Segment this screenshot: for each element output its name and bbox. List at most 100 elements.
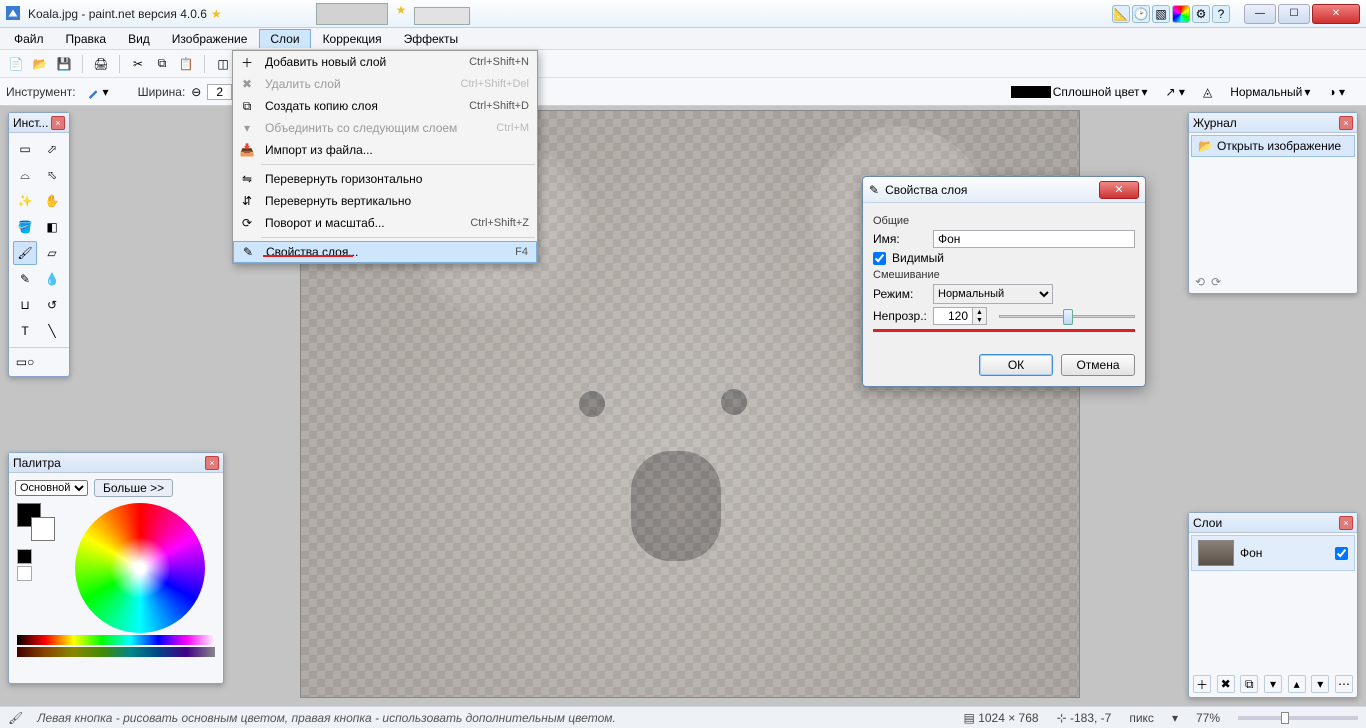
help-icon[interactable]: ? bbox=[1212, 5, 1230, 23]
menu-effects[interactable]: Эффекты bbox=[394, 30, 469, 48]
tool-recolor[interactable]: ↺ bbox=[40, 293, 64, 317]
cut-icon[interactable]: ✂ bbox=[128, 54, 148, 74]
move-down-icon[interactable]: ▾ bbox=[1311, 675, 1329, 693]
tool-color-picker[interactable]: 💧 bbox=[40, 267, 64, 291]
color-wheel[interactable] bbox=[75, 503, 205, 633]
menu-view[interactable]: Вид bbox=[118, 30, 160, 48]
menu-item-layer-properties[interactable]: ✎Свойства слоя...F4 bbox=[233, 241, 537, 263]
delete-layer-icon[interactable]: ✖ bbox=[1217, 675, 1235, 693]
dialog-close-button[interactable]: ✕ bbox=[1099, 181, 1139, 199]
menu-item-duplicate-layer[interactable]: ⧉Создать копию слояCtrl+Shift+D bbox=[233, 95, 537, 117]
cancel-button[interactable]: Отмена bbox=[1061, 354, 1135, 376]
move-up-icon[interactable]: ▴ bbox=[1288, 675, 1306, 693]
tool-move-pixels[interactable]: ⬁ bbox=[40, 163, 64, 187]
layer-properties-dialog[interactable]: ✎ Свойства слоя ✕ Общие Имя: Видимый Сме… bbox=[862, 176, 1146, 387]
layer-name-input[interactable] bbox=[933, 230, 1135, 248]
merge-down-icon[interactable]: ▾ bbox=[1264, 675, 1282, 693]
opacity-slider[interactable] bbox=[999, 307, 1135, 325]
more-button[interactable]: Больше >> bbox=[94, 479, 173, 497]
menu-file[interactable]: Файл bbox=[4, 30, 54, 48]
tool-text[interactable]: T bbox=[13, 319, 37, 343]
visible-checkbox[interactable] bbox=[873, 252, 886, 265]
layer-properties-icon[interactable]: ⋯ bbox=[1335, 675, 1353, 693]
tool-pencil[interactable]: ✎ bbox=[13, 267, 37, 291]
color-mode-select[interactable]: Основной bbox=[15, 480, 88, 496]
tool-fill[interactable]: 🪣 bbox=[13, 215, 37, 239]
menu-item-import[interactable]: 📥Импорт из файла... bbox=[233, 139, 537, 161]
antialias-icon[interactable]: ◬ bbox=[1198, 83, 1217, 101]
history-redo-icon[interactable]: ⟳ bbox=[1211, 275, 1221, 289]
color-ramp-bright[interactable] bbox=[17, 635, 215, 645]
dialog-titlebar[interactable]: ✎ Свойства слоя ✕ bbox=[863, 177, 1145, 203]
copy-icon[interactable]: ⧉ bbox=[152, 54, 172, 74]
doc-thumb-2[interactable] bbox=[414, 7, 470, 25]
tool-eraser[interactable]: ▱ bbox=[40, 241, 64, 265]
add-layer-icon[interactable]: ＋ bbox=[1193, 675, 1211, 693]
width-decrement[interactable]: ⊖ bbox=[191, 85, 201, 99]
tool-lasso[interactable]: ⌓ bbox=[13, 163, 37, 187]
close-icon[interactable]: × bbox=[1339, 116, 1353, 130]
menu-item-flip-v[interactable]: ⇵Перевернуть вертикально bbox=[233, 190, 537, 212]
doc-thumb-1[interactable] bbox=[316, 3, 388, 25]
opacity-spinner[interactable]: ▲▼ bbox=[973, 307, 987, 325]
tool-paintbrush[interactable]: 🖌 bbox=[13, 241, 37, 265]
menu-image[interactable]: Изображение bbox=[162, 30, 258, 48]
close-icon[interactable]: × bbox=[205, 456, 219, 470]
ok-button[interactable]: ОК bbox=[979, 354, 1053, 376]
duplicate-layer-icon[interactable]: ⧉ bbox=[1240, 675, 1258, 693]
wheel-icon[interactable] bbox=[1172, 5, 1190, 23]
colors-panel[interactable]: Палитра× Основной Больше >> bbox=[8, 452, 224, 684]
menu-adjustments[interactable]: Коррекция bbox=[313, 30, 392, 48]
zoom-level[interactable]: 77% bbox=[1196, 711, 1220, 725]
tool-line[interactable]: ╲ bbox=[40, 319, 64, 343]
menu-item-rotate-zoom[interactable]: ⟳Поворот и масштаб...Ctrl+Shift+Z bbox=[233, 212, 537, 234]
tools-panel[interactable]: Инст...× ▭ ⬀ ⌓ ⬁ ✨ ✋ 🪣 ◧ 🖌 ▱ ✎ 💧 ⊔ ↺ T ╲… bbox=[8, 112, 70, 377]
fill-style-dropdown[interactable]: Сплошной цвет ▾ bbox=[1006, 83, 1153, 101]
layers-panel[interactable]: Слои× Фон ＋ ✖ ⧉ ▾ ▴ ▾ ⋯ bbox=[1188, 512, 1358, 698]
tool-shapes[interactable]: ▭○ bbox=[13, 350, 37, 374]
history-item[interactable]: 📂 Открыть изображение bbox=[1191, 135, 1355, 157]
menu-item-add-layer[interactable]: ＋Добавить новый слойCtrl+Shift+N bbox=[233, 51, 537, 73]
clock-icon[interactable]: 🕑 bbox=[1132, 5, 1150, 23]
minimize-button[interactable]: — bbox=[1244, 4, 1276, 24]
color-swatches[interactable] bbox=[17, 503, 61, 543]
swap-colors-icon[interactable] bbox=[17, 549, 32, 564]
tool-magic-wand[interactable]: ✨ bbox=[13, 189, 37, 213]
overwrite-icon[interactable]: ◑ ▾ bbox=[1323, 83, 1350, 101]
tool-rect-select[interactable]: ▭ bbox=[13, 137, 37, 161]
layer-visible-checkbox[interactable] bbox=[1335, 547, 1348, 560]
color-ramp-dark[interactable] bbox=[17, 647, 215, 657]
tool-pan[interactable]: ✋ bbox=[40, 189, 64, 213]
history-panel[interactable]: Журнал× 📂 Открыть изображение ⟲⟳ bbox=[1188, 112, 1358, 294]
open-file-icon[interactable]: 📂 bbox=[30, 54, 50, 74]
close-icon[interactable]: × bbox=[51, 116, 65, 130]
save-icon[interactable]: 💾 bbox=[54, 54, 74, 74]
print-icon[interactable]: 🖨 bbox=[91, 54, 111, 74]
units-label[interactable]: пикс bbox=[1129, 711, 1154, 725]
close-icon[interactable]: × bbox=[1339, 516, 1353, 530]
line-style-dropdown[interactable]: ↗ ▾ bbox=[1161, 83, 1190, 101]
reset-colors-icon[interactable] bbox=[17, 566, 32, 581]
layer-row[interactable]: Фон bbox=[1191, 535, 1355, 571]
tool-clone-stamp[interactable]: ⊔ bbox=[13, 293, 37, 317]
instrument-dropdown[interactable]: ▾ bbox=[82, 83, 114, 101]
new-file-icon[interactable]: 📄 bbox=[6, 54, 26, 74]
paste-icon[interactable]: 📋 bbox=[176, 54, 196, 74]
ruler-icon[interactable]: 📐 bbox=[1112, 5, 1130, 23]
tool-move-selection[interactable]: ⬀ bbox=[40, 137, 64, 161]
layers-util-icon[interactable]: ▧ bbox=[1152, 5, 1170, 23]
blend-mode-select[interactable]: Нормальный bbox=[933, 284, 1053, 304]
tool-gradient[interactable]: ◧ bbox=[40, 215, 64, 239]
history-undo-icon[interactable]: ⟲ bbox=[1195, 275, 1205, 289]
gear-icon[interactable]: ⚙ bbox=[1192, 5, 1210, 23]
width-value[interactable]: 2 bbox=[207, 84, 232, 100]
menu-layers[interactable]: Слои bbox=[259, 29, 310, 48]
blend-mode-dropdown[interactable]: Нормальный ▾ bbox=[1225, 83, 1315, 101]
close-button[interactable]: ✕ bbox=[1312, 4, 1360, 24]
opacity-input[interactable] bbox=[933, 307, 973, 325]
menu-item-flip-h[interactable]: ⇋Перевернуть горизонтально bbox=[233, 168, 537, 190]
crop-icon[interactable]: ◫ bbox=[213, 54, 233, 74]
zoom-slider[interactable] bbox=[1238, 716, 1358, 720]
maximize-button[interactable]: ☐ bbox=[1278, 4, 1310, 24]
menu-edit[interactable]: Правка bbox=[56, 30, 117, 48]
